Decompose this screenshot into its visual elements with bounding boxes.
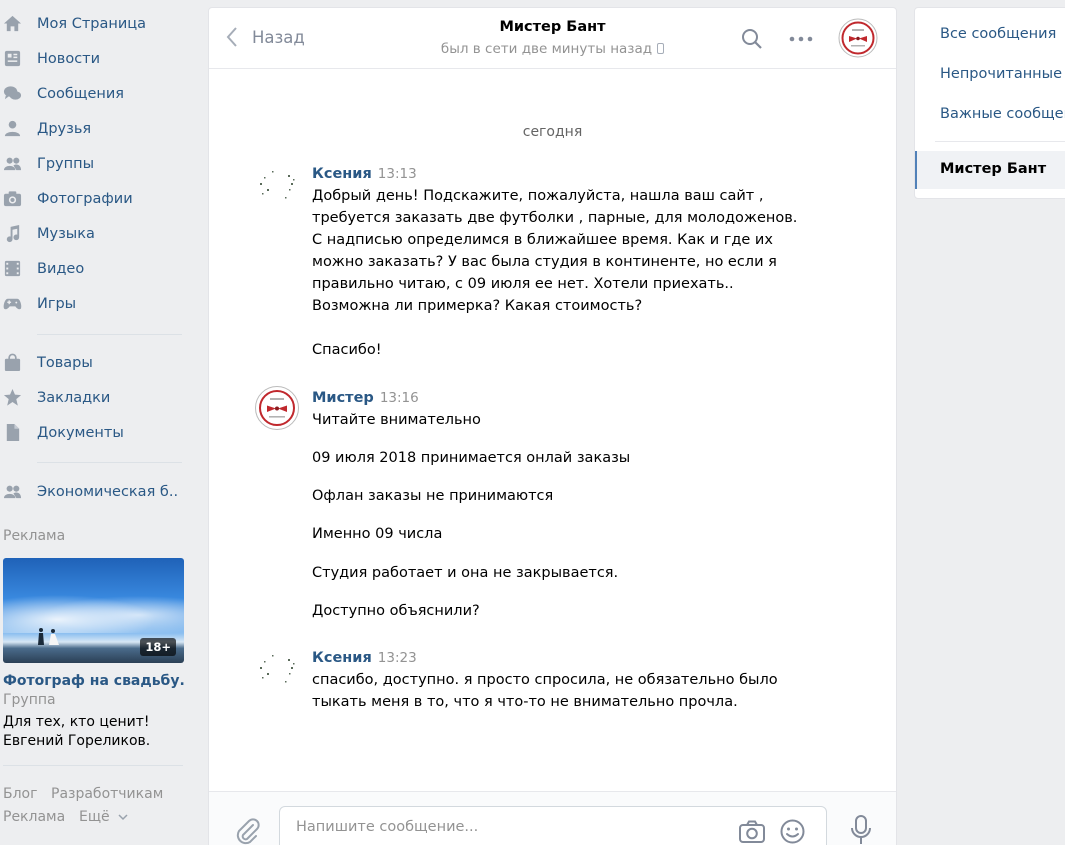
message-author-name: Ксения <box>312 166 372 182</box>
ad-description: Для тех, кто ценит! Евгений Гореликов. <box>3 714 151 749</box>
nav-item-video[interactable]: Видео <box>0 251 195 286</box>
paperclip-icon[interactable] <box>233 816 261 845</box>
nav-item-games[interactable]: Игры <box>0 286 195 321</box>
message-author[interactable]: Мистер 13:16 <box>312 390 419 406</box>
message-time[interactable]: 13:16 <box>380 390 419 406</box>
messages-icon <box>3 84 22 103</box>
nav-item-documents[interactable]: Документы <box>0 415 195 450</box>
nav-item-photos[interactable]: Фотографии <box>0 181 195 216</box>
document-icon <box>3 423 22 442</box>
ad-image-couple <box>38 628 59 645</box>
message-time[interactable]: 13:23 <box>378 650 417 666</box>
nav-item-bookmarks[interactable]: Закладки <box>0 380 195 415</box>
peer-avatar[interactable] <box>255 386 299 430</box>
nav-label: Моя Страница <box>37 15 147 32</box>
message-text: спасибо, доступно. я просто спросила, не… <box>312 672 778 710</box>
filter-important[interactable]: Важные сообщения <box>940 106 1065 122</box>
message-time[interactable]: 13:13 <box>378 166 417 182</box>
message-author[interactable]: Ксения 13:23 <box>312 650 417 666</box>
user-avatar[interactable] <box>255 647 299 691</box>
nav-item-messages[interactable]: Сообщения <box>0 76 195 111</box>
filter-all-messages[interactable]: Все сообщения <box>940 26 1056 42</box>
home-icon <box>3 14 22 33</box>
active-conversation[interactable]: Мистер Бант <box>915 151 1065 189</box>
message-line: Именно 09 числа <box>312 526 443 542</box>
mobile-icon <box>657 43 665 54</box>
star-icon <box>3 388 22 407</box>
nav-label: Сообщения <box>37 85 125 102</box>
nav-divider <box>37 462 182 463</box>
message-author[interactable]: Ксения 13:13 <box>312 166 417 182</box>
nav-label: Группы <box>37 155 95 172</box>
gamepad-icon <box>3 294 22 313</box>
left-navigation: Моя Страница Новости Сообщения Друзья Гр… <box>0 0 200 845</box>
message-line: Студия работает и она не закрывается. <box>312 565 619 581</box>
shopping-bag-icon <box>3 353 22 372</box>
groups-icon <box>3 482 22 501</box>
chat-header: Назад Мистер Бант был в сети две минуты … <box>209 8 896 69</box>
nav-label: Фотографии <box>37 190 133 207</box>
message-author-name: Ксения <box>312 650 372 666</box>
footer-more-link[interactable]: Ещё <box>79 809 128 825</box>
nav-item-my-page[interactable]: Моя Страница <box>0 6 195 41</box>
message-input-box <box>279 806 827 845</box>
chevron-down-icon <box>118 814 128 821</box>
search-icon[interactable] <box>740 27 764 51</box>
message-line: Доступно объяснили? <box>312 603 480 619</box>
microphone-icon[interactable] <box>849 814 873 845</box>
news-icon <box>3 49 22 68</box>
footer-blog-link[interactable]: Блог <box>3 786 37 802</box>
filter-unread[interactable]: Непрочитанные <box>940 66 1062 82</box>
chat-panel: Назад Мистер Бант был в сети две минуты … <box>208 7 897 845</box>
footer-developers-link[interactable]: Разработчикам <box>51 786 163 802</box>
message-line: Офлан заказы не принимаются <box>312 488 554 504</box>
ad-type: Группа <box>3 692 56 708</box>
messages-filter-panel: Все сообщения Непрочитанные Важные сообщ… <box>914 7 1065 199</box>
camera-icon[interactable] <box>738 819 766 845</box>
ads-title: Реклама <box>3 528 66 544</box>
nav-label: Закладки <box>37 389 111 406</box>
nav-label: Товары <box>37 354 93 371</box>
groups-icon <box>3 154 22 173</box>
nav-label: Музыка <box>37 225 95 242</box>
camera-icon <box>3 189 22 208</box>
message-input[interactable] <box>296 819 716 835</box>
nav-item-community[interactable]: Экономическая б.. <box>0 474 195 509</box>
nav-label: Друзья <box>37 120 92 137</box>
nav-item-news[interactable]: Новости <box>0 41 195 76</box>
nav-item-friends[interactable]: Друзья <box>0 111 195 146</box>
footer-divider <box>3 765 183 766</box>
footer-more-label: Ещё <box>79 809 110 825</box>
emoji-icon[interactable] <box>779 818 806 845</box>
ad-image[interactable]: 18+ <box>3 558 184 663</box>
date-separator: сегодня <box>522 124 583 140</box>
nav-item-groups[interactable]: Группы <box>0 146 195 181</box>
active-conversation-name: Мистер Бант <box>940 161 1047 177</box>
message-line: Читайте внимательно <box>312 412 481 428</box>
friends-icon <box>3 119 22 138</box>
more-icon[interactable] <box>787 27 815 51</box>
peer-status-text: был в сети две минуты назад <box>440 41 653 57</box>
message-composer <box>209 791 896 845</box>
nav-label: Видео <box>37 260 85 277</box>
ad-headline[interactable]: Фотограф на свадьбу. <box>3 673 185 689</box>
nav-item-music[interactable]: Музыка <box>0 216 195 251</box>
nav-divider <box>37 334 182 335</box>
message-author-name: Мистер <box>312 390 374 406</box>
nav-item-market[interactable]: Товары <box>0 345 195 380</box>
nav-label: Игры <box>37 295 77 312</box>
footer-ads-link[interactable]: Реклама <box>3 809 65 825</box>
music-note-icon <box>3 224 22 243</box>
ad-image-clouds <box>3 588 184 633</box>
user-avatar[interactable] <box>255 163 299 207</box>
peer-avatar[interactable] <box>838 18 878 58</box>
film-icon <box>3 259 22 278</box>
nav-label: Документы <box>37 424 124 441</box>
nav-label: Новости <box>37 50 101 67</box>
message-text: Добрый день! Подскажите, пожалуйста, наш… <box>312 188 798 358</box>
message-line: 09 июля 2018 принимается онлай заказы <box>312 450 631 466</box>
nav-label: Экономическая б.. <box>37 483 179 500</box>
age-badge: 18+ <box>140 638 176 656</box>
filter-divider <box>935 141 1065 142</box>
